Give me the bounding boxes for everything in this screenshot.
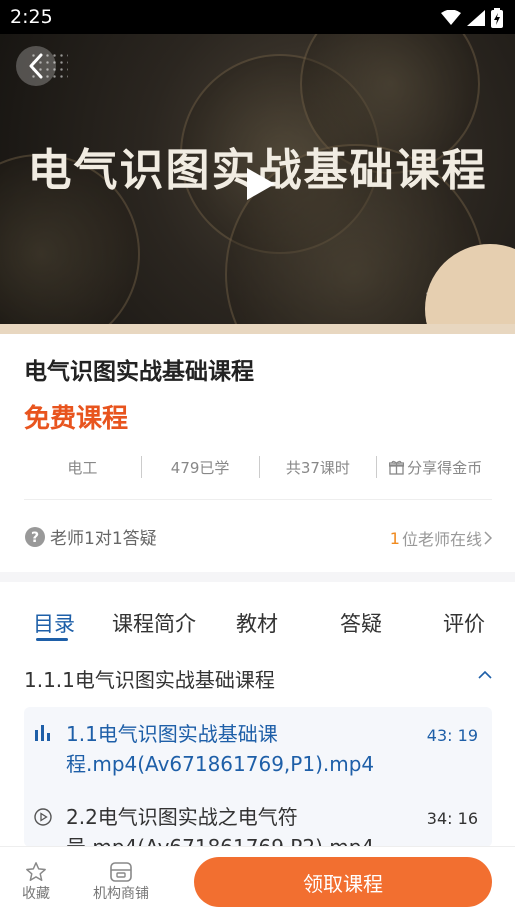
qa-label-group: ? 老师1对1答疑: [24, 524, 157, 549]
store-button[interactable]: 机构商铺: [93, 861, 149, 903]
course-meta: 电工 479已学 共37课时 分享得金币: [24, 454, 494, 480]
star-icon: [26, 862, 46, 881]
wifi-icon: [441, 10, 461, 25]
playing-bars-icon: [35, 725, 50, 741]
teachers-online[interactable]: 1 位老师在线: [390, 526, 492, 550]
status-icons: [441, 8, 503, 28]
meta-category: 电工: [67, 458, 98, 477]
store-icon: [110, 862, 132, 882]
lesson-title: 2.2电气识图实战之电气符号.mp4(Av671861769,P2).mp4: [66, 805, 375, 847]
lesson-title: 1.1电气识图实战基础课程.mp4(Av671861769,P1).mp4: [66, 722, 375, 776]
meta-students: 479已学: [170, 458, 230, 477]
online-count: 1: [389, 528, 400, 548]
lesson-item[interactable]: 2.2电气识图实战之电气符号.mp4(Av671861769,P2).mp4 3…: [24, 802, 492, 847]
tab-qa[interactable]: 答疑: [340, 608, 382, 638]
status-bar: 2:25: [0, 0, 515, 34]
course-title: 电气识图实战基础课程: [24, 359, 254, 385]
play-icon: [247, 168, 275, 200]
qa-label: 老师1对1答疑: [50, 529, 157, 549]
lesson-duration: 34: 16: [426, 809, 478, 828]
tab-bar: 目录 课程简介 教材 答疑 评价: [0, 600, 515, 644]
tab-catalog[interactable]: 目录: [33, 608, 75, 638]
lesson-list: 1.1电气识图实战基础课程.mp4(Av671861769,P1).mp4 43…: [24, 707, 492, 847]
online-text: 位老师在线: [401, 530, 482, 549]
back-button[interactable]: [16, 46, 56, 86]
gift-icon: [389, 460, 405, 475]
chevron-up-icon[interactable]: [478, 670, 492, 680]
video-player[interactable]: 电气识图实战基础课程: [0, 34, 515, 334]
hero-bottom-strip: [0, 324, 515, 334]
tab-materials[interactable]: 教材: [236, 608, 278, 638]
tab-intro[interactable]: 课程简介: [112, 608, 196, 638]
signal-icon: [467, 10, 485, 26]
meta-lessons: 共37课时: [285, 458, 350, 477]
play-circle-icon: [34, 808, 52, 826]
status-time: 2:25: [10, 6, 53, 28]
divider: [24, 499, 492, 500]
bottom-action-bar: 收藏 机构商铺 领取课程: [0, 846, 515, 917]
lesson-item[interactable]: 1.1电气识图实战基础课程.mp4(Av671861769,P1).mp4 43…: [24, 719, 492, 793]
claim-course-button[interactable]: 领取课程: [194, 857, 492, 907]
battery-icon: [491, 8, 503, 28]
question-icon: ?: [25, 526, 45, 547]
store-label: 机构商铺: [93, 886, 149, 902]
chapter-header[interactable]: 1.1.1电气识图实战基础课程: [24, 664, 494, 696]
tab-reviews[interactable]: 评价: [443, 608, 485, 638]
lesson-duration: 43: 19: [426, 726, 478, 745]
chevron-left-icon: [29, 53, 43, 79]
chapter-title: 1.1.1电气识图实战基础课程: [24, 668, 275, 692]
favorite-button[interactable]: 收藏: [22, 861, 50, 903]
price-label: 免费课程: [24, 404, 129, 434]
qa-row[interactable]: ? 老师1对1答疑 1 位老师在线: [24, 522, 492, 550]
chevron-right-icon: [484, 531, 492, 545]
favorite-label: 收藏: [22, 886, 50, 902]
section-divider: [0, 572, 515, 582]
play-button[interactable]: [216, 152, 302, 216]
share-label: 分享得金币: [407, 458, 483, 477]
active-tab-indicator: [36, 638, 68, 641]
svg-text:?: ?: [31, 530, 39, 546]
share-button[interactable]: 分享得金币: [377, 457, 494, 478]
